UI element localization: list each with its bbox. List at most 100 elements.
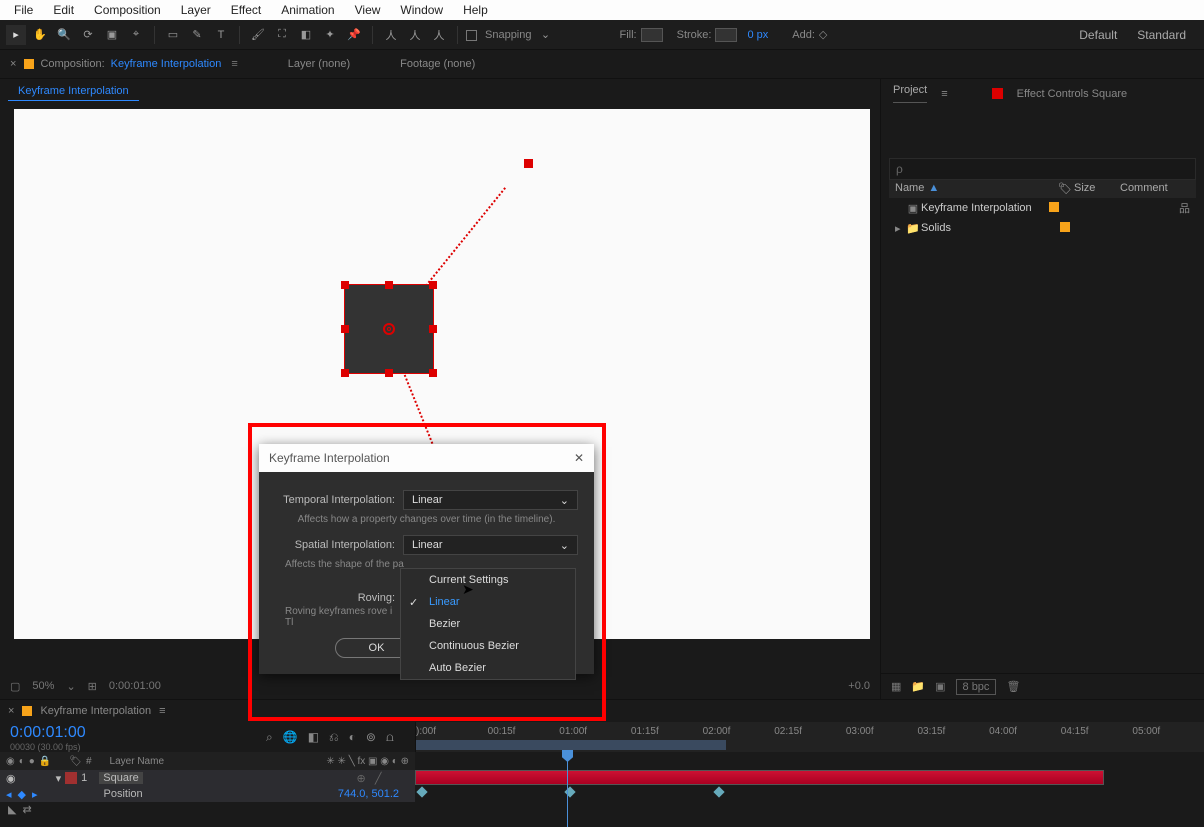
- add-chevron-icon[interactable]: ◇: [819, 28, 827, 41]
- workspace-default[interactable]: Default: [1079, 28, 1117, 42]
- keyframe[interactable]: [416, 786, 427, 797]
- eye-icon[interactable]: ◉: [6, 756, 15, 767]
- resize-handle[interactable]: [341, 281, 349, 289]
- property-row[interactable]: ◂ ◆ ▸ Position 744.0, 501.2: [0, 786, 415, 802]
- column-comment[interactable]: Comment: [1120, 182, 1190, 194]
- prev-keyframe-icon[interactable]: ◂: [6, 788, 12, 801]
- puppet-tool-icon[interactable]: 📌: [344, 25, 364, 45]
- column-size[interactable]: Size: [1074, 182, 1120, 194]
- column-name[interactable]: Name▲: [895, 182, 1056, 194]
- keyframe[interactable]: [713, 786, 724, 797]
- zoom-tool-icon[interactable]: 🔍: [54, 25, 74, 45]
- shy-icon[interactable]: ⎌: [329, 730, 339, 745]
- tab-project[interactable]: Project: [893, 84, 927, 103]
- menu-animation[interactable]: Animation: [271, 1, 344, 19]
- keyframe-handle[interactable]: [524, 159, 533, 168]
- roto-tool-icon[interactable]: ✦: [320, 25, 340, 45]
- flowchart-icon[interactable]: 品: [1179, 200, 1190, 216]
- menu-edit[interactable]: Edit: [43, 1, 84, 19]
- zoom-value[interactable]: 50%: [32, 680, 54, 692]
- label-icon[interactable]: 🏷: [69, 756, 82, 767]
- interpret-icon[interactable]: ▦: [891, 680, 901, 693]
- camera-tool-icon[interactable]: ▣: [102, 25, 122, 45]
- exposure-value[interactable]: +0.0: [848, 680, 870, 692]
- audio-icon[interactable]: ◐: [19, 756, 25, 767]
- close-icon[interactable]: ×: [10, 58, 16, 70]
- search-icon[interactable]: ⌕: [266, 730, 273, 745]
- axis-view-icon[interactable]: ⼈: [429, 25, 449, 45]
- composition-name[interactable]: Keyframe Interpolation: [111, 58, 222, 70]
- menu-composition[interactable]: Composition: [84, 1, 171, 19]
- option-linear[interactable]: ✓Linear: [401, 591, 575, 613]
- panel-menu-icon[interactable]: ≡: [159, 705, 165, 717]
- axis-world-icon[interactable]: ⼈: [405, 25, 425, 45]
- close-icon[interactable]: ×: [8, 705, 14, 717]
- keyframe-toggle-icon[interactable]: ◆: [18, 788, 26, 801]
- trash-icon[interactable]: 🗑: [1006, 680, 1020, 693]
- graph-editor-icon[interactable]: ⩍: [386, 730, 394, 745]
- magnify-icon[interactable]: ▢: [10, 680, 20, 693]
- solo-icon[interactable]: ●: [29, 756, 35, 767]
- hand-tool-icon[interactable]: ✋: [30, 25, 50, 45]
- property-value[interactable]: 744.0, 501.2: [338, 788, 409, 800]
- orbit-tool-icon[interactable]: ⟳: [78, 25, 98, 45]
- twirl-icon[interactable]: ▾: [56, 772, 62, 785]
- toggle-switches-icon[interactable]: ⇄: [22, 803, 31, 816]
- resize-handle[interactable]: [429, 369, 437, 377]
- selected-layer[interactable]: [344, 284, 434, 374]
- property-name[interactable]: Position: [104, 788, 143, 800]
- comp-mini-flowchart-icon[interactable]: 🌐: [283, 730, 298, 744]
- panel-menu-icon[interactable]: ≡: [231, 58, 237, 70]
- tab-composition[interactable]: × Composition: Keyframe Interpolation ≡: [0, 54, 248, 74]
- resolution-icon[interactable]: ⊞: [88, 680, 97, 693]
- eraser-tool-icon[interactable]: ◧: [296, 25, 316, 45]
- project-item[interactable]: ▣ Keyframe Interpolation 品: [889, 198, 1196, 218]
- menu-file[interactable]: File: [4, 1, 43, 19]
- menu-view[interactable]: View: [345, 1, 391, 19]
- time-ruler[interactable]: ):00f 00:15f 01:00f 01:15f 02:00f 02:15f…: [415, 722, 1204, 752]
- fill-swatch[interactable]: [641, 28, 663, 42]
- layer-name[interactable]: Square: [99, 772, 142, 784]
- label-swatch[interactable]: [1049, 202, 1059, 212]
- tab-footage[interactable]: Footage (none): [390, 54, 485, 74]
- resize-handle[interactable]: [341, 369, 349, 377]
- option-continuous-bezier[interactable]: Continuous Bezier: [401, 635, 575, 657]
- column-label-icon[interactable]: 🏷: [1056, 182, 1074, 195]
- resize-handle[interactable]: [429, 325, 437, 333]
- draft3d-icon[interactable]: ◧: [308, 730, 319, 744]
- project-item[interactable]: ▸ 📁 Solids: [889, 218, 1196, 238]
- option-bezier[interactable]: Bezier: [401, 613, 575, 635]
- layer-bar[interactable]: [415, 770, 1104, 785]
- motion-blur-icon[interactable]: ⊚: [366, 730, 376, 744]
- comp-tab[interactable]: Keyframe Interpolation: [8, 82, 139, 101]
- label-swatch[interactable]: [1060, 222, 1070, 232]
- stroke-swatch[interactable]: [715, 28, 737, 42]
- new-comp-icon[interactable]: ▣: [935, 680, 945, 693]
- expand-transforms-icon[interactable]: ◣: [8, 803, 16, 816]
- bpc-button[interactable]: 8 bpc: [956, 679, 997, 695]
- stroke-width[interactable]: 0 px: [747, 29, 768, 41]
- project-search[interactable]: ρ: [889, 158, 1196, 180]
- timeline-tab[interactable]: Keyframe Interpolation: [40, 705, 151, 717]
- eye-toggle[interactable]: ◉: [6, 772, 16, 785]
- work-area[interactable]: [416, 740, 726, 750]
- selection-tool-icon[interactable]: ▸: [6, 25, 26, 45]
- brush-tool-icon[interactable]: 🖌: [248, 25, 268, 45]
- resize-handle[interactable]: [341, 325, 349, 333]
- playhead[interactable]: [567, 752, 568, 827]
- expand-icon[interactable]: ▸: [895, 222, 905, 235]
- option-auto-bezier[interactable]: Auto Bezier: [401, 657, 575, 679]
- menu-help[interactable]: Help: [453, 1, 498, 19]
- frame-blend-icon[interactable]: ◐: [349, 730, 356, 744]
- rectangle-tool-icon[interactable]: ▭: [163, 25, 183, 45]
- resize-handle[interactable]: [385, 281, 393, 289]
- chevron-down-icon[interactable]: ⌄: [66, 680, 75, 693]
- time-display[interactable]: 0:00:01:00: [109, 680, 161, 692]
- lock-icon[interactable]: 🔒: [39, 756, 51, 767]
- type-tool-icon[interactable]: T: [211, 25, 231, 45]
- layer-name-header[interactable]: Layer Name: [110, 756, 164, 767]
- pan-behind-tool-icon[interactable]: ⌖: [126, 25, 146, 45]
- close-icon[interactable]: ✕: [574, 451, 584, 465]
- option-current-settings[interactable]: Current Settings: [401, 569, 575, 591]
- menu-effect[interactable]: Effect: [221, 1, 271, 19]
